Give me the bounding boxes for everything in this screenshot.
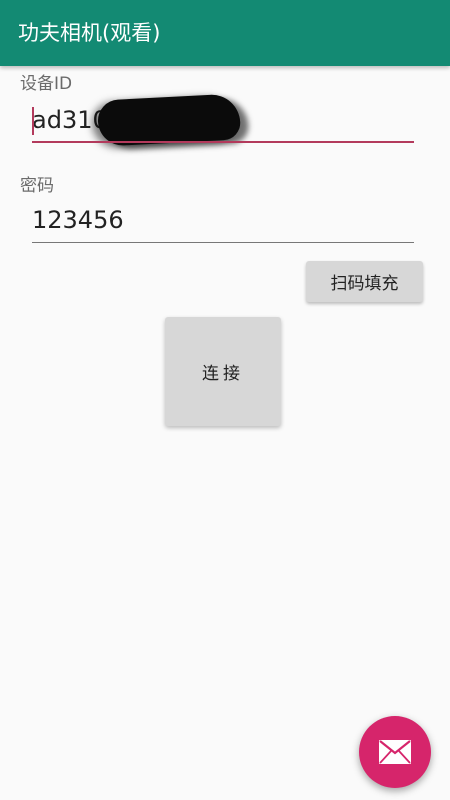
device-id-input[interactable]: ad310196 bbox=[32, 93, 414, 147]
password-value: 123456 bbox=[32, 206, 124, 234]
mail-icon bbox=[378, 739, 412, 765]
connect-button[interactable]: 连接 bbox=[165, 317, 281, 426]
device-id-label: 设备ID bbox=[20, 74, 73, 94]
password-underline bbox=[32, 242, 414, 243]
fab-mail-button[interactable] bbox=[359, 716, 431, 788]
redaction-scribble bbox=[96, 93, 242, 147]
text-cursor bbox=[32, 107, 34, 135]
device-id-underline bbox=[32, 141, 414, 143]
password-input[interactable]: 123456 bbox=[32, 203, 414, 243]
password-label: 密码 bbox=[20, 176, 54, 196]
app-bar: 功夫相机(观看) bbox=[0, 0, 450, 66]
app-title: 功夫相机(观看) bbox=[18, 21, 161, 45]
scan-fill-button[interactable]: 扫码填充 bbox=[306, 261, 423, 302]
